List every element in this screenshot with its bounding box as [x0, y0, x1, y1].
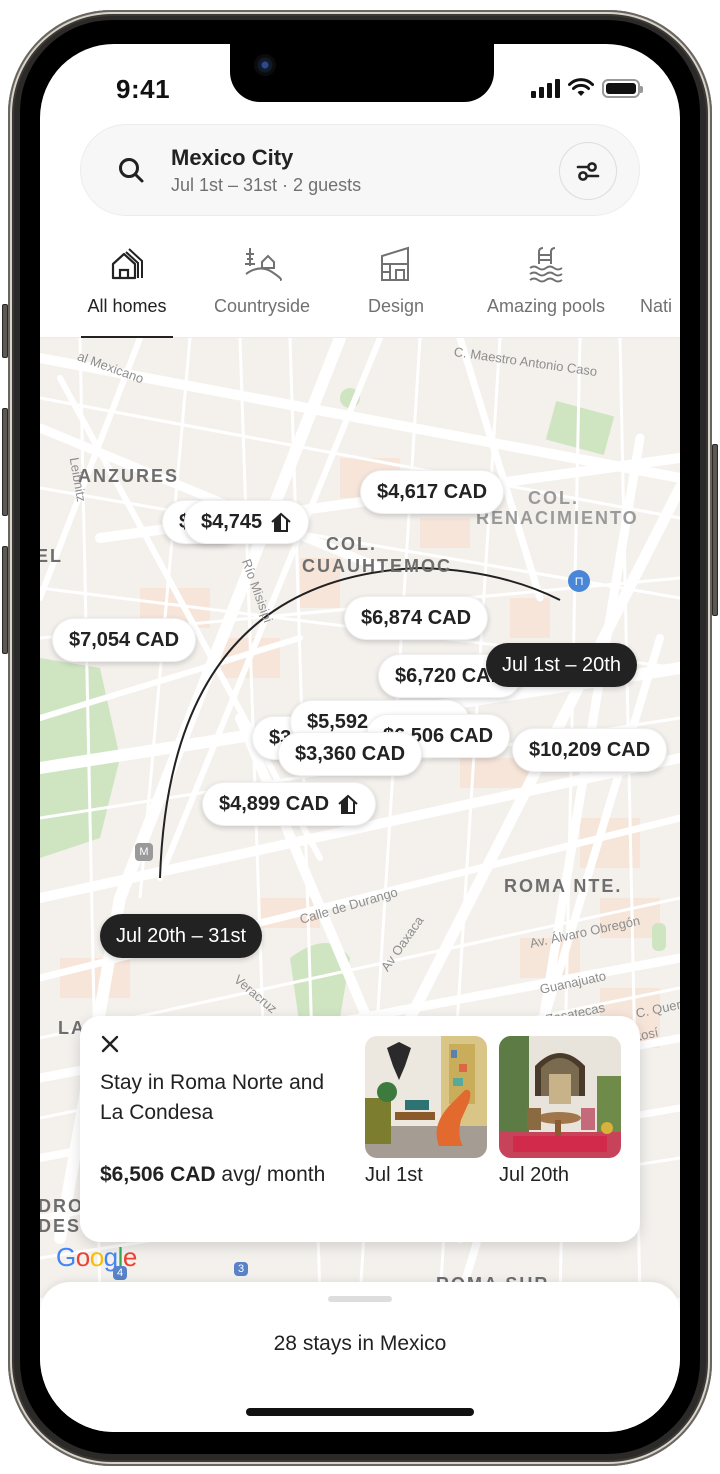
power-button [712, 444, 718, 616]
card-price: $6,506 CAD avg/ month [100, 1160, 330, 1190]
price-pin[interactable]: $4,899 CAD [202, 782, 377, 826]
notch [230, 44, 494, 102]
tab-label: Countryside [213, 296, 311, 316]
route-badge: 3 [234, 1262, 248, 1276]
patio-photo [499, 1036, 621, 1158]
tab-label: Design [367, 296, 425, 316]
home-icon [338, 794, 358, 814]
tab-label: Nati [640, 296, 673, 316]
all-homes-icon [111, 248, 143, 280]
card-title: Stay in Roma Norte and La Condesa [100, 1071, 325, 1124]
date-pin-label: Jul 1st – 20th [502, 653, 621, 676]
search-location: Mexico City [171, 144, 294, 170]
price-pin-label: $4,899 CAD [219, 792, 330, 815]
neighborhood-label: ROMA NTE. [504, 876, 623, 896]
home-icon [271, 512, 291, 532]
battery-icon [602, 78, 643, 98]
close-icon[interactable] [98, 1032, 122, 1056]
price-pin-label: $4,617 CAD [377, 480, 488, 503]
results-bottom-sheet[interactable]: 28 stays in Mexico [40, 1282, 680, 1432]
tab-all-homes[interactable]: All homes [81, 236, 173, 339]
sheet-grabber[interactable] [328, 1296, 392, 1302]
filter-icon [576, 162, 600, 181]
search-icon [119, 158, 144, 183]
tab-national-parks[interactable]: Nati [640, 236, 680, 338]
tab-label: All homes [87, 296, 167, 316]
price-pin-label: $10,209 CAD [529, 738, 651, 761]
wifi-icon [568, 78, 594, 96]
signal-icon [531, 78, 560, 98]
museum-icon: ⊓ [568, 570, 590, 592]
area-info-card[interactable]: Stay in Roma Norte and La Condesa $6,506… [80, 1016, 640, 1242]
status-icons [531, 78, 643, 98]
price-pin-label: $4,745 [201, 510, 263, 533]
volume-up-button [2, 408, 8, 516]
tab-countryside[interactable]: Countryside [204, 236, 320, 338]
national-parks-icon [640, 244, 680, 284]
price-pin[interactable]: $7,054 CAD [52, 618, 197, 662]
tab-label: Amazing pools [486, 296, 606, 316]
tab-design[interactable]: Design [358, 236, 434, 338]
search-bar[interactable]: Mexico City Jul 1st – 31st · 2 guests [80, 124, 640, 216]
silent-switch [2, 304, 8, 358]
neighborhood-label: DES [40, 1216, 82, 1236]
price-suffix: avg/ month [215, 1163, 326, 1186]
stay-photo-2[interactable] [499, 1036, 621, 1158]
date-pin[interactable]: Jul 1st – 20th [486, 643, 637, 687]
metro-icon: M [135, 843, 153, 861]
neighborhood-label: DRO [40, 1196, 84, 1216]
price-pin-label: $3,360 CAD [295, 742, 406, 765]
price-pin-label: $7,054 CAD [69, 628, 180, 651]
price-pin[interactable]: $4,617 CAD [360, 470, 505, 514]
search-summary: Mexico City Jul 1st – 31st · 2 guests [171, 145, 361, 196]
stay-date-1: Jul 1st [365, 1164, 423, 1186]
results-count: 28 stays in Mexico [273, 1332, 447, 1355]
price-pin[interactable]: $4,745 [184, 500, 310, 544]
camera-icon [254, 54, 276, 76]
neighborhood-label: ANZURES [78, 466, 180, 486]
pool-icon [529, 247, 563, 283]
date-pin-label: Jul 20th – 31st [116, 924, 247, 947]
stay-date-2: Jul 20th [499, 1164, 570, 1186]
neighborhood-label: CUAUHTEMOC [302, 556, 452, 576]
route-badge: 4 [113, 1266, 127, 1280]
neighborhood-label: RENACIMIENTO [476, 508, 639, 528]
neighborhood-label: COL. [326, 534, 377, 554]
volume-down-button [2, 546, 8, 654]
stay-photo-1[interactable] [365, 1036, 487, 1158]
price-value: $6,506 CAD [100, 1163, 216, 1186]
filter-button[interactable] [559, 142, 617, 200]
design-icon [381, 246, 409, 281]
tab-amazing-pools[interactable]: Amazing pools [476, 236, 616, 338]
screen: 9:41 Mexico City Jul 1st – 31st · 2 gues… [40, 44, 680, 1432]
countryside-icon [245, 248, 282, 281]
living-room-photo [365, 1036, 487, 1158]
search-details: Jul 1st – 31st · 2 guests [171, 174, 362, 195]
price-pin-label: $5,592 [307, 710, 369, 733]
neighborhood-label: EL [40, 546, 64, 566]
price-pin[interactable]: $10,209 CAD [512, 728, 668, 772]
status-time: 9:41 [116, 74, 171, 104]
price-pin-label: $6,874 CAD [361, 606, 472, 629]
price-pin[interactable]: $6,874 CAD [344, 596, 489, 640]
category-tabs: All homes Countryside Design Amazing poo… [40, 236, 680, 339]
neighborhood-label: COL. [528, 488, 579, 508]
home-indicator[interactable] [246, 1408, 474, 1416]
date-pin[interactable]: Jul 20th – 31st [100, 914, 263, 958]
price-pin[interactable]: $3,360 CAD [278, 732, 423, 776]
